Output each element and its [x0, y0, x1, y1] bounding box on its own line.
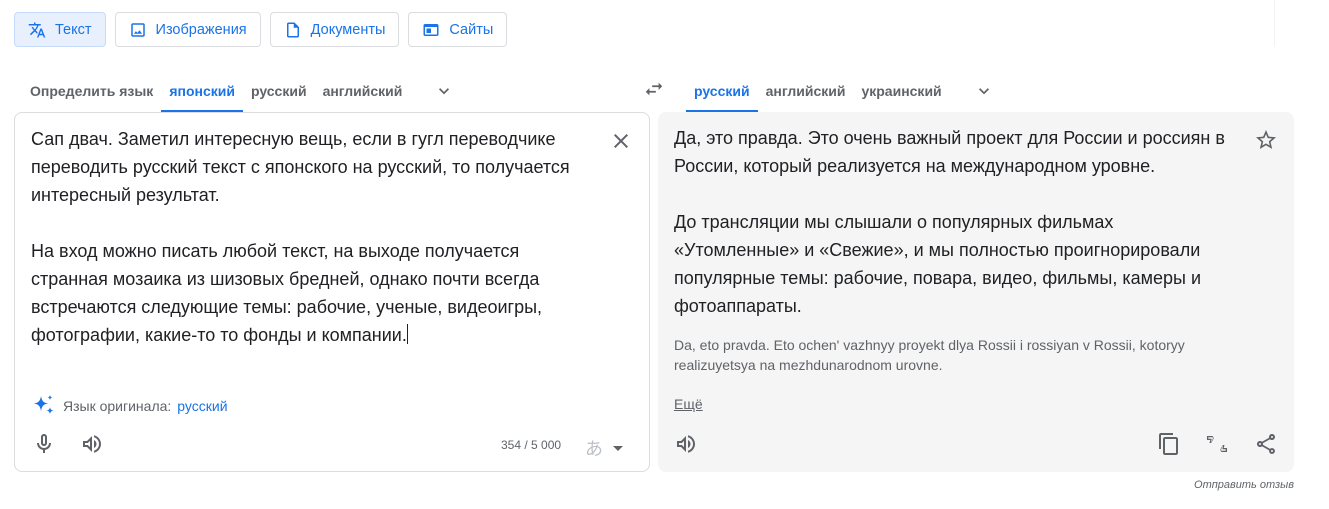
target-lang-english[interactable]: английский [758, 70, 854, 112]
thumbs-up-down-icon [1207, 436, 1227, 452]
copy-icon [1159, 433, 1178, 455]
ime-glyph: あ [585, 439, 603, 460]
target-panel: Да, это правда. Это очень важный проект … [658, 112, 1294, 472]
source-lang-english[interactable]: английский [315, 70, 411, 112]
source-lang-japanese[interactable]: японский [161, 70, 243, 112]
share-icon [1257, 434, 1275, 454]
source-listen-button[interactable] [80, 432, 104, 456]
send-feedback-link[interactable]: Отправить отзыв [1194, 479, 1294, 491]
close-icon [614, 134, 628, 148]
divider [1274, 0, 1275, 46]
rate-translation-button[interactable] [1205, 432, 1229, 456]
translate-icon [28, 22, 46, 37]
source-lang-detect[interactable]: Определить язык [22, 70, 161, 112]
website-icon [423, 23, 439, 36]
text-cursor [406, 324, 408, 344]
source-lang-russian[interactable]: русский [243, 70, 315, 112]
mode-documents-label: Документы [310, 21, 386, 38]
mode-images-button[interactable]: Изображения [114, 12, 261, 47]
detected-label: Язык оригинала: [63, 398, 172, 414]
sparkle-icon [34, 395, 54, 415]
mode-tabs: Текст Изображения Документы Сайты [14, 12, 508, 47]
detected-lang-link[interactable]: русский [177, 398, 227, 414]
translation-text: Да, это правда. Это очень важный проект … [674, 128, 1225, 316]
share-translation-button[interactable] [1254, 432, 1278, 456]
voice-input-button[interactable] [32, 432, 56, 456]
swap-icon [645, 82, 663, 96]
clear-source-button[interactable] [609, 129, 633, 153]
mode-images-label: Изображения [155, 21, 247, 38]
target-lang-ukrainian[interactable]: украинский [853, 70, 949, 112]
target-lang-russian[interactable]: русский [686, 70, 758, 112]
star-icon [1256, 130, 1276, 149]
dropdown-arrow-icon [613, 445, 623, 451]
mode-text-button[interactable]: Текст [14, 12, 106, 47]
input-tools-button[interactable]: あ [585, 435, 623, 461]
source-text: Сап двач. Заметил интересную вещь, если … [31, 129, 570, 345]
target-language-bar: русский английский украинский [686, 70, 1004, 112]
swap-languages-button[interactable] [641, 76, 667, 102]
source-more-langs-button[interactable] [424, 70, 464, 112]
detected-language: Язык оригинала: русский [31, 393, 228, 419]
source-language-bar: Определить язык японский русский английс… [22, 70, 464, 112]
copy-translation-button[interactable] [1157, 432, 1181, 456]
document-icon [286, 22, 299, 37]
mode-websites-button[interactable]: Сайты [408, 12, 508, 47]
speaker-icon [83, 435, 101, 453]
transliteration-text: Da, eto pravda. Eto ochen' vazhnyy proye… [674, 337, 1185, 373]
source-textarea[interactable]: Сап двач. Заметил интересную вещь, если … [31, 125, 601, 349]
more-link[interactable]: Ещё [674, 396, 703, 412]
microphone-icon [37, 434, 51, 453]
mode-documents-button[interactable]: Документы [269, 12, 400, 47]
mode-websites-label: Сайты [449, 21, 494, 38]
translator-app: Текст Изображения Документы Сайты Опреде… [0, 0, 1329, 509]
mode-text-label: Текст [55, 21, 92, 38]
chevron-down-icon [978, 88, 989, 95]
image-icon [130, 22, 145, 37]
source-panel: Сап двач. Заметил интересную вещь, если … [14, 112, 650, 472]
char-counter: 354 / 5 000 [501, 438, 562, 452]
chevron-down-icon [439, 88, 450, 95]
target-listen-button[interactable] [674, 432, 698, 456]
save-translation-button[interactable] [1254, 128, 1278, 152]
speaker-icon [677, 435, 695, 453]
target-more-langs-button[interactable] [964, 70, 1004, 112]
